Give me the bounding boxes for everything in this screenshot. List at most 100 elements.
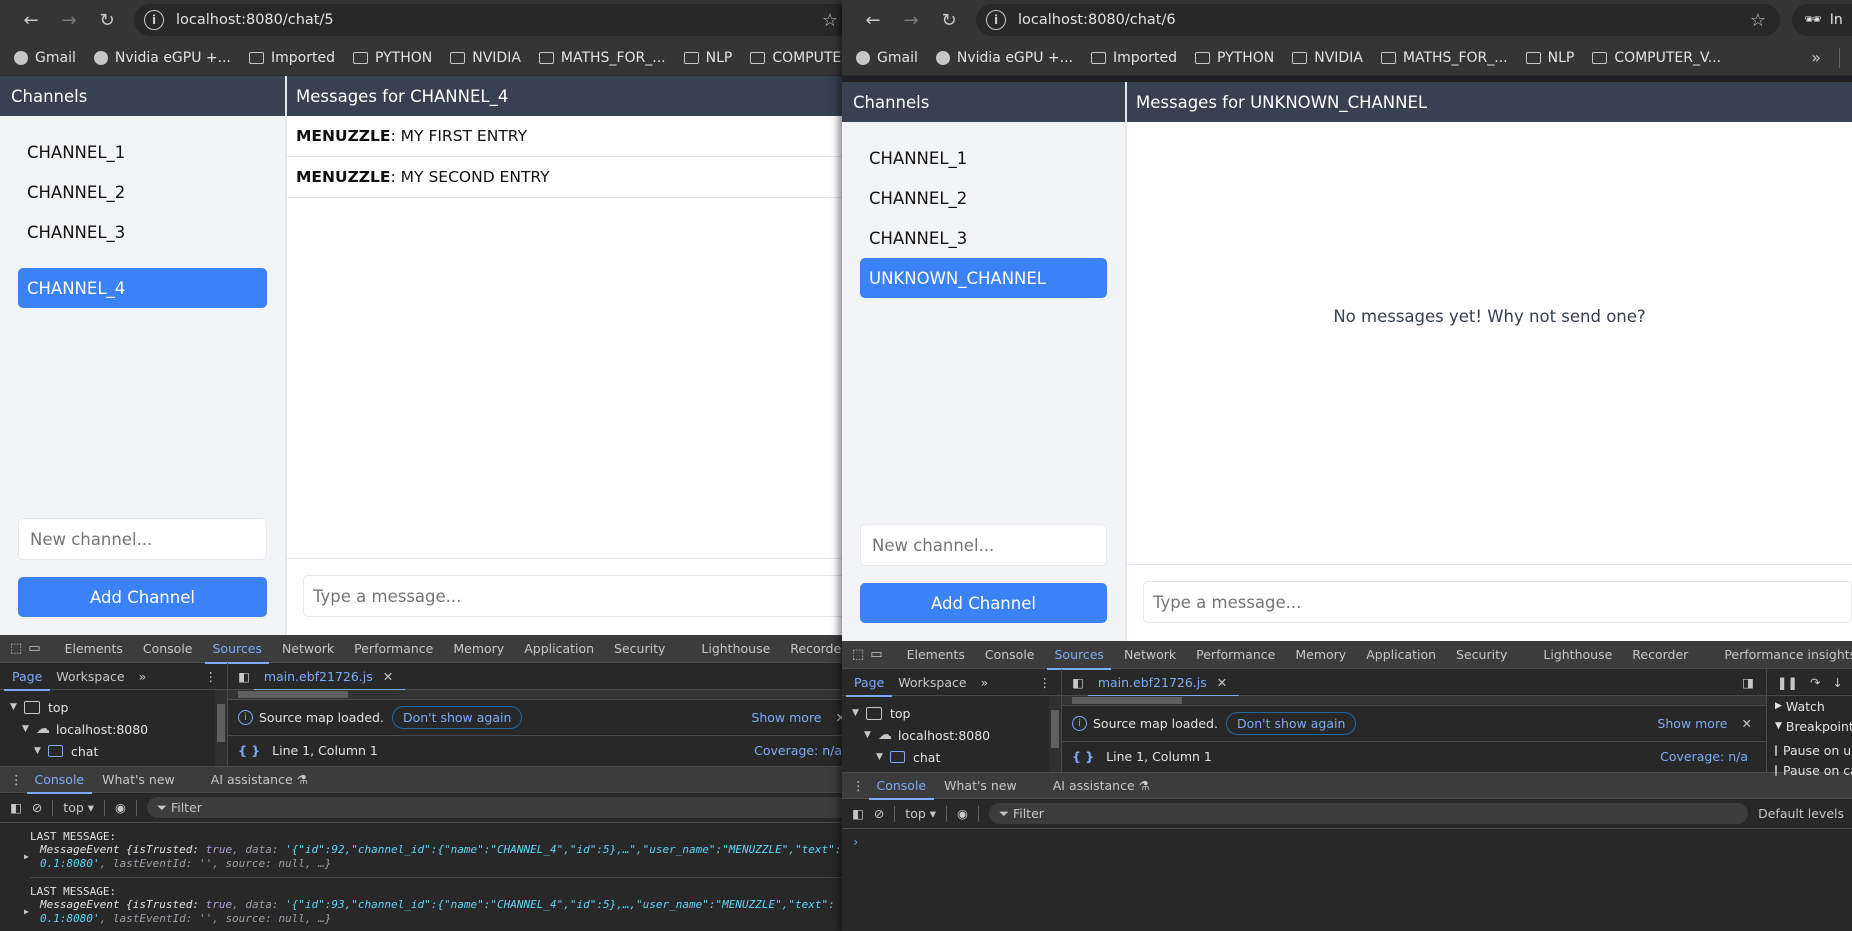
bookmark-item[interactable]: Nvidia eGPU +... — [93, 50, 231, 66]
close-tab-icon[interactable]: ✕ — [383, 669, 393, 684]
devtools-tab-recorder[interactable]: Recorder — [1632, 641, 1688, 669]
scrollbar-thumb[interactable] — [1051, 710, 1059, 748]
close-tab-icon[interactable]: ✕ — [1217, 675, 1227, 690]
console-sidebar-icon[interactable]: ◧ — [10, 800, 22, 815]
message-input[interactable] — [1143, 581, 1852, 623]
new-channel-input[interactable] — [860, 524, 1107, 566]
coverage-status[interactable]: Coverage: n/a — [1660, 749, 1748, 764]
device-toolbar-icon[interactable]: ▭ — [870, 647, 882, 662]
forward-button[interactable]: → — [894, 5, 928, 35]
add-channel-button[interactable]: Add Channel — [18, 577, 267, 617]
channel-item[interactable]: CHANNEL_3 — [860, 218, 1107, 258]
drawer-menu-icon[interactable]: ⋮ — [10, 772, 23, 787]
expand-arrow-icon[interactable]: ▼ — [10, 702, 24, 712]
devtools-tab-sources[interactable]: Sources — [1047, 641, 1112, 670]
back-button[interactable]: ← — [856, 5, 890, 35]
step-over-icon[interactable]: ↷ — [1810, 675, 1820, 690]
bookmark-item[interactable]: Imported — [249, 50, 335, 66]
navigator-tab-page[interactable]: Page — [3, 663, 51, 691]
console-filter-input[interactable]: ⏷ Filter — [988, 803, 1749, 824]
bookmark-item[interactable]: PYTHON — [352, 50, 432, 66]
checkbox[interactable] — [1775, 744, 1777, 756]
address-bar[interactable]: i localhost:8080/chat/5 ☆ — [134, 4, 852, 36]
console-filter-input[interactable]: ⏷ Filter — [146, 797, 850, 818]
drawer-tab-ai-assistance[interactable]: AI assistance ⚗ — [1053, 773, 1150, 799]
devtools-tab-application[interactable]: Application — [524, 635, 594, 663]
back-button[interactable]: ← — [14, 5, 48, 35]
pretty-print-icon[interactable]: { } — [238, 743, 260, 758]
context-selector[interactable]: top ▾ — [905, 806, 936, 821]
kebab-menu-icon[interactable]: ⋮ — [205, 669, 218, 684]
file-tab[interactable]: main.ebf21726.js ✕ — [1087, 669, 1240, 697]
pause-uncaught-option[interactable]: Pause on uncaught exceptions — [1767, 740, 1852, 760]
devtools-tab-lighthouse[interactable]: Lighthouse — [701, 635, 770, 663]
expand-arrow-icon[interactable]: ▼ — [852, 708, 866, 718]
dont-show-again-button[interactable]: Don't show again — [1225, 712, 1357, 735]
devtools-tab-application[interactable]: Application — [1366, 641, 1436, 669]
url-text[interactable]: localhost:8080/chat/5 — [176, 12, 334, 28]
toggle-navigator-icon[interactable]: ◧ — [238, 669, 250, 684]
tree-item-host[interactable]: ▼ ☁ localhost:8080 — [842, 724, 1061, 746]
dont-show-again-button[interactable]: Don't show again — [391, 706, 523, 729]
reload-button[interactable]: ↻ — [90, 5, 124, 35]
drawer-tab-ai-assistance[interactable]: AI assistance ⚗ — [211, 767, 308, 793]
expand-arrow-icon[interactable]: ▼ — [876, 752, 890, 762]
bookmark-item[interactable]: PYTHON — [1194, 50, 1274, 66]
bookmark-item[interactable]: Gmail — [14, 50, 76, 66]
pause-icon[interactable]: ❚❚ — [1777, 675, 1798, 690]
inspect-element-icon[interactable]: ⬚ — [852, 647, 864, 662]
bookmark-item[interactable]: NLP — [1525, 50, 1574, 66]
message-event-object[interactable]: MessageEvent {isTrusted: true, data: '{"… — [24, 843, 860, 871]
message-event-object[interactable]: MessageEvent {isTrusted: true, data: '{"… — [24, 898, 860, 926]
tree-item-host[interactable]: ▼ ☁ localhost:8080 — [0, 718, 227, 740]
new-channel-input[interactable] — [18, 518, 267, 560]
step-into-icon[interactable]: ↓ — [1832, 675, 1842, 690]
navigator-tab-page[interactable]: Page — [845, 669, 893, 697]
devtools-tab-performance[interactable]: Performance — [1196, 641, 1275, 669]
devtools-tab-sources[interactable]: Sources — [205, 635, 270, 664]
bookmark-star-icon[interactable]: ☆ — [822, 10, 838, 31]
tree-item-top[interactable]: ▼ top — [0, 696, 227, 718]
clear-console-icon[interactable]: ⊘ — [874, 806, 884, 821]
devtools-tab-security[interactable]: Security — [614, 635, 665, 663]
bookmark-item[interactable]: MATHS_FOR_... — [538, 50, 666, 66]
bookmark-item[interactable]: MATHS_FOR_... — [1380, 50, 1508, 66]
more-tabs-icon[interactable]: » — [139, 663, 147, 690]
expand-arrow-icon[interactable]: ▼ — [34, 746, 48, 756]
channel-item[interactable]: CHANNEL_4 — [18, 268, 267, 308]
devtools-tab-elements[interactable]: Elements — [65, 635, 123, 663]
devtools-tab-security[interactable]: Security — [1456, 641, 1507, 669]
more-bookmarks-icon[interactable]: » — [1811, 48, 1821, 67]
inspect-element-icon[interactable]: ⬚ — [10, 641, 22, 656]
pause-caught-option[interactable]: Pause on caught exceptions — [1767, 760, 1852, 780]
devtools-tab-recorder[interactable]: Recorder — [790, 635, 846, 663]
drawer-tab-console[interactable]: Console — [26, 767, 92, 794]
scrollbar-thumb[interactable] — [238, 691, 348, 698]
toggle-navigator-icon[interactable]: ◧ — [1072, 675, 1084, 690]
show-more-link[interactable]: Show more — [751, 710, 821, 725]
site-info-icon[interactable]: i — [986, 10, 1006, 30]
channel-item[interactable]: CHANNEL_1 — [860, 138, 1107, 178]
tree-item-top[interactable]: ▼ top — [842, 702, 1061, 724]
context-selector[interactable]: top ▾ — [63, 800, 94, 815]
devtools-tab-console[interactable]: Console — [143, 635, 193, 663]
clear-console-icon[interactable]: ⊘ — [32, 800, 42, 815]
incognito-indicator[interactable]: 🕶 In — [1792, 4, 1852, 36]
devtools-tab-network[interactable]: Network — [1124, 641, 1176, 669]
live-expression-eye-icon[interactable]: ◉ — [957, 806, 968, 821]
more-tabs-icon[interactable]: » — [981, 669, 989, 696]
close-infobar-icon[interactable]: ✕ — [1742, 716, 1752, 731]
pretty-print-icon[interactable]: { } — [1072, 749, 1094, 764]
site-info-icon[interactable]: i — [144, 10, 164, 30]
log-levels-dropdown[interactable]: Default levels — [1758, 806, 1844, 821]
devtools-tab-network[interactable]: Network — [282, 635, 334, 663]
navigator-tab-workspace[interactable]: Workspace — [56, 663, 124, 690]
message-input[interactable] — [303, 575, 860, 617]
tree-item-chat[interactable]: ▼ chat — [0, 740, 227, 762]
toggle-debugger-icon[interactable]: ◨ — [1742, 675, 1754, 690]
devtools-tab-memory[interactable]: Memory — [1295, 641, 1346, 669]
coverage-status[interactable]: Coverage: n/a — [754, 743, 842, 758]
file-tab[interactable]: main.ebf21726.js ✕ — [253, 663, 406, 691]
show-more-link[interactable]: Show more — [1657, 716, 1727, 731]
navigator-scrollbar[interactable] — [215, 690, 227, 766]
